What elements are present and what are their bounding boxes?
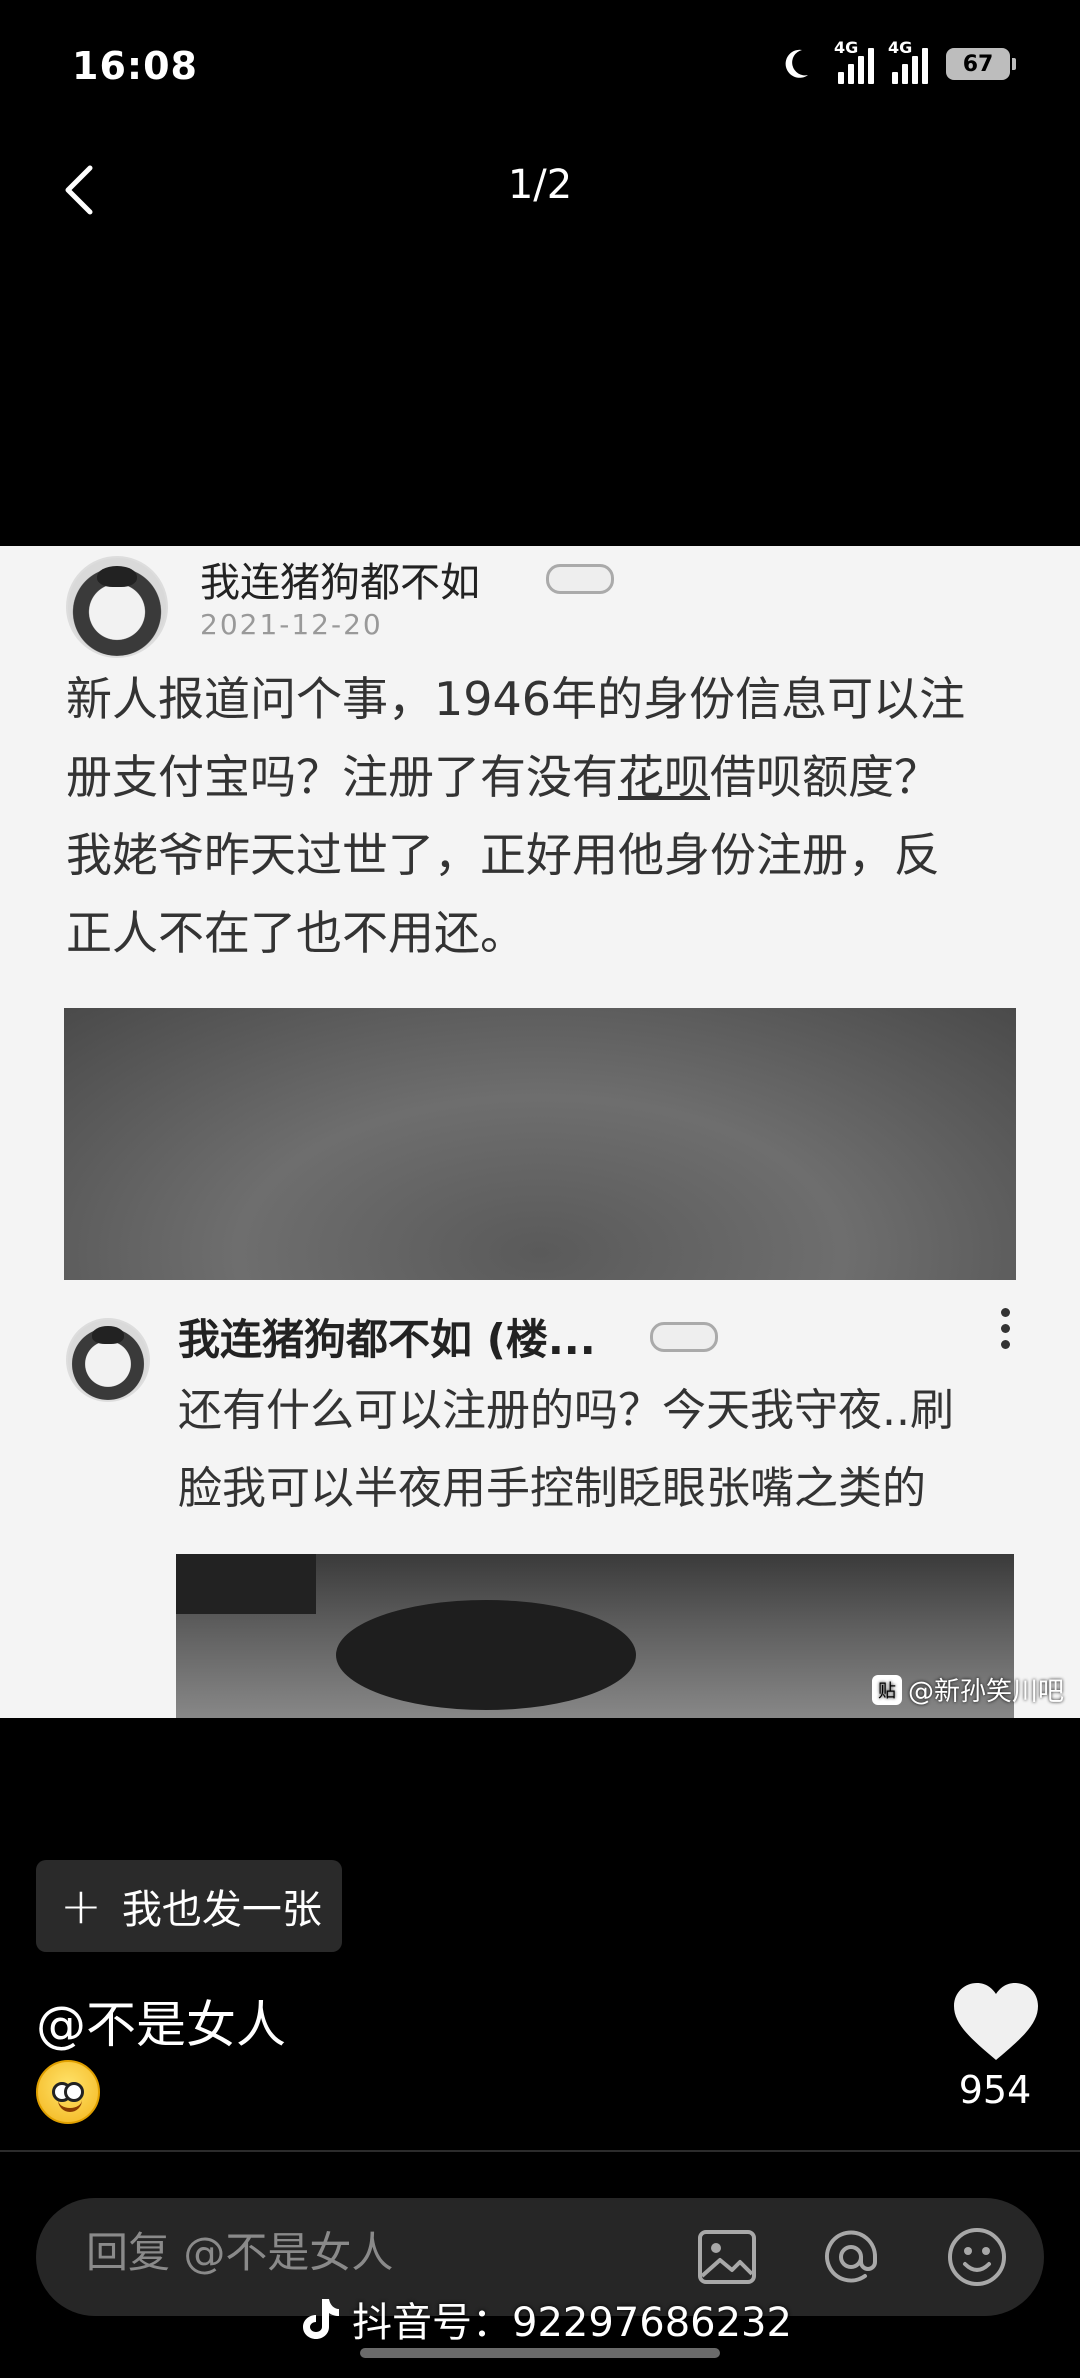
status-icons: 4G 4G 67 (782, 38, 1016, 84)
signal-strength-icon: 4G (888, 38, 928, 84)
image-button[interactable] (694, 2224, 760, 2290)
like-button[interactable] (950, 1980, 1042, 2064)
level-badge (650, 1322, 718, 1352)
plus-icon: + (60, 1877, 102, 1935)
page-indicator: 1/2 (507, 162, 573, 208)
post-date: 2021-12-20 (200, 608, 383, 641)
reply-username: 我连猪狗都不如 (楼... (178, 1315, 596, 1364)
douyin-id: 抖音号：92297686232 (300, 2290, 792, 2348)
more-vertical-icon[interactable] (998, 1308, 1012, 1354)
mention-button[interactable] (818, 2224, 884, 2290)
post-too-button[interactable]: + 我也发一张 (36, 1860, 342, 1952)
reply-input[interactable] (86, 2228, 646, 2277)
divider (0, 2150, 1080, 2152)
watermark: 贴 @新孙笑川吧 (871, 1671, 1064, 1708)
status-time: 16:08 (72, 44, 198, 88)
heart-icon (954, 1983, 1038, 2060)
do-not-disturb-moon-icon (785, 49, 808, 78)
tieba-logo-icon: 贴 (871, 1674, 902, 1705)
avatar (66, 1318, 150, 1402)
smiley-icon (948, 2228, 1006, 2286)
battery-level: 67 (962, 51, 994, 77)
signal-strength-icon: 4G (834, 38, 874, 84)
author-mention[interactable]: @不是女人 (36, 1985, 286, 2057)
status-bar: 16:08 4G 4G 67 (0, 0, 1080, 130)
reply-body: 还有什么可以注册的吗？今天我守夜..刷 脸我可以半夜用手控制眨眼张嘴之类的 (178, 1385, 954, 1514)
avatar (66, 556, 168, 658)
level-badge (546, 564, 614, 594)
like-count: 954 (958, 2068, 1032, 2112)
image-icon (698, 2230, 756, 2284)
emoji-button[interactable] (944, 2224, 1010, 2290)
home-indicator[interactable] (360, 2348, 720, 2358)
douyin-logo-icon (303, 2299, 339, 2339)
post-body: 新人报道问个事，1946年的身份信息可以注 册支付宝吗？注册了有没有花呗借呗额度… (66, 672, 966, 960)
blurred-image (64, 1008, 1016, 1280)
post-too-label: 我也发一张 (121, 1887, 322, 1933)
battery-icon: 67 (946, 48, 1016, 80)
post-username: 我连猪狗都不如 (200, 560, 480, 606)
at-icon (825, 2230, 878, 2283)
post-image[interactable]: 我连猪狗都不如 2021-12-20 新人报道问个事，1946年的身份信息可以注… (0, 546, 1080, 1718)
smiley-emoji-icon (36, 2060, 100, 2124)
